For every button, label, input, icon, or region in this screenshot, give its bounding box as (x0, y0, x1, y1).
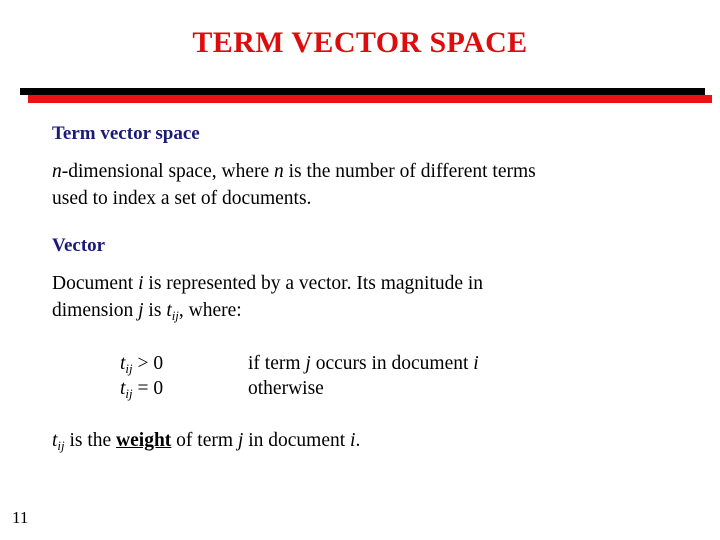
formula-operator-gt: > 0 (132, 352, 164, 374)
formula-lhs: tij = 0 (120, 376, 248, 401)
divider-red-bar (28, 95, 712, 103)
formula-lhs: tij > 0 (120, 351, 248, 376)
formula-rhs-text-3: otherwise (248, 378, 324, 400)
page-number: 11 (12, 508, 29, 527)
formula-rhs-text-1: if term (248, 352, 306, 374)
formula-rhs: if term j occurs in document i (248, 351, 479, 376)
closing-statement: tij is the weight of term j in document … (52, 427, 692, 454)
section-heading-vector: Vector (52, 235, 106, 257)
subscript-ij-3: ij (125, 386, 133, 401)
section1-text-1: -dimensional space, where (61, 160, 275, 182)
variable-n-1: n (52, 160, 62, 182)
subscript-ij-2: ij (125, 361, 133, 376)
section2-text-3: dimension (52, 300, 139, 322)
formula-row: tij = 0 otherwise (120, 376, 692, 401)
formula-block: tij > 0 if term j occurs in document i t… (120, 351, 692, 402)
section1-text-2: is the number of different terms (283, 160, 536, 182)
closing-text-3: in document (243, 430, 351, 452)
formula-operator-eq: = 0 (132, 378, 164, 400)
slide-body: Term vector space n-dimensional space, w… (52, 122, 692, 455)
variable-i-2: i (473, 352, 479, 374)
variable-n-2: n (274, 160, 284, 182)
formula-row: tij > 0 if term j occurs in document i (120, 351, 692, 376)
section2-paragraph: Document i is represented by a vector. I… (52, 270, 692, 325)
section2-text-5: , where: (178, 300, 242, 322)
subscript-ij-4: ij (57, 439, 65, 454)
section1-text-3: used to index a set of documents. (52, 188, 312, 210)
slide-title: TERM VECTOR SPACE (192, 26, 528, 59)
title-divider (0, 88, 720, 110)
formula-rhs: otherwise (248, 376, 324, 401)
divider-shadow-bar (20, 88, 705, 95)
section2-text-1: Document (52, 273, 139, 295)
closing-text-2: of term (171, 430, 238, 452)
closing-text-1: is the (64, 430, 117, 452)
section2-text-2: is represented by a vector. Its magnitud… (143, 273, 484, 295)
slide-canvas: TERM VECTOR SPACE Term vector space n-di… (0, 0, 720, 540)
section2-text-4: is (143, 300, 167, 322)
emphasis-weight: weight (116, 430, 172, 452)
closing-text-4: . (355, 430, 361, 452)
subscript-ij-1: ij (171, 309, 179, 324)
section1-paragraph: n-dimensional space, where n is the numb… (52, 158, 692, 213)
section-heading-term-vector-space: Term vector space (52, 123, 200, 144)
formula-rhs-text-2: occurs in document (310, 352, 474, 374)
